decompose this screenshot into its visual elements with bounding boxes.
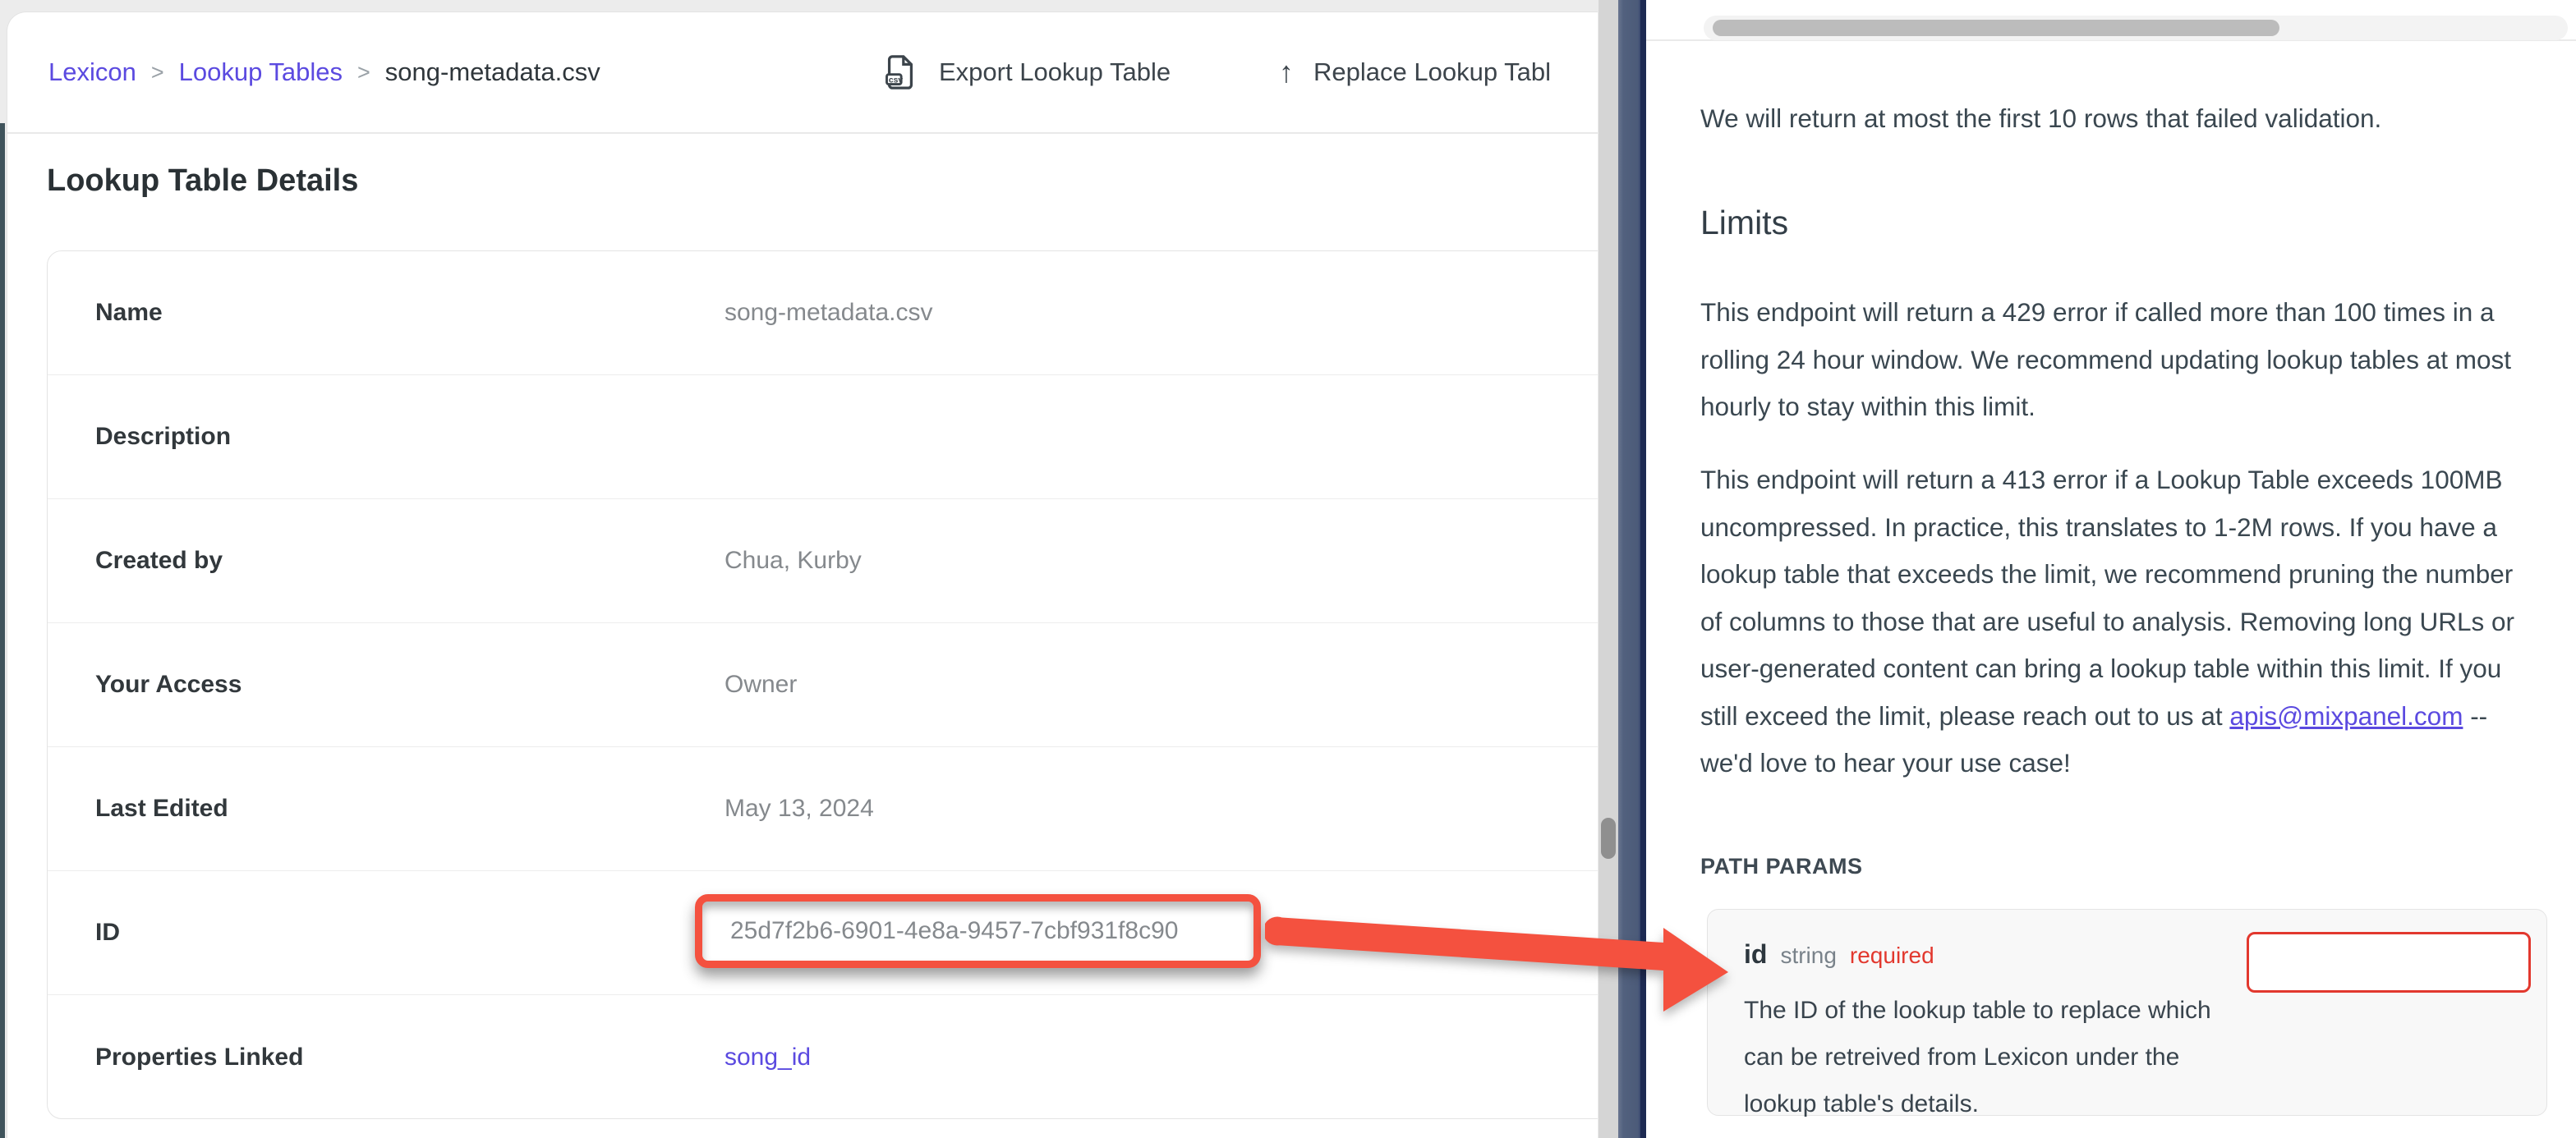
export-lookup-table-button[interactable]: csv Export Lookup Table xyxy=(881,12,1171,132)
table-row-your-access: Your Access Owner xyxy=(48,623,1598,747)
row-label: Last Edited xyxy=(95,795,724,823)
row-value: Owner xyxy=(724,671,797,699)
docs-paragraph-429: This endpoint will return a 429 error if… xyxy=(1700,289,2537,431)
replace-button-label: Replace Lookup Tabl xyxy=(1313,57,1551,87)
row-label: Properties Linked xyxy=(95,1044,724,1071)
breadcrumb-lexicon[interactable]: Lexicon xyxy=(48,57,136,87)
page-header: Lexicon > Lookup Tables > song-metadata.… xyxy=(7,12,1598,134)
param-header: id string required xyxy=(1744,939,1934,970)
path-params-heading: PATH PARAMS xyxy=(1700,854,1863,879)
row-value: Chua, Kurby xyxy=(724,547,862,575)
table-row-description: Description xyxy=(48,375,1598,499)
breadcrumb-separator-icon: > xyxy=(357,60,370,85)
linked-property-link[interactable]: song_id xyxy=(724,1044,811,1071)
annotation-arrow-icon xyxy=(1265,899,1741,1030)
lookup-table-id-value: 25d7f2b6-6901-4e8a-9457-7cbf931f8c90 xyxy=(702,917,1178,945)
row-label: Created by xyxy=(95,547,724,575)
row-value: song-metadata.csv xyxy=(724,299,932,327)
docs-paragraph-413: This endpoint will return a 413 error if… xyxy=(1700,457,2537,787)
row-value: May 13, 2024 xyxy=(724,795,874,823)
docs-intro-text: We will return at most the first 10 rows… xyxy=(1700,100,2538,137)
table-row-created-by: Created by Chua, Kurby xyxy=(48,499,1598,623)
breadcrumb: Lexicon > Lookup Tables > song-metadata.… xyxy=(48,12,600,132)
horizontal-scrollbar-thumb[interactable] xyxy=(1713,20,2279,36)
param-description: The ID of the lookup table to replace wh… xyxy=(1744,987,2220,1127)
row-label: ID xyxy=(95,919,724,947)
limits-heading: Limits xyxy=(1700,204,1788,242)
api-docs-panel: We will return at most the first 10 rows… xyxy=(1646,0,2576,1138)
breadcrumb-current-file: song-metadata.csv xyxy=(385,57,600,87)
left-panel-scrollbar-thumb[interactable] xyxy=(1601,818,1616,859)
export-button-label: Export Lookup Table xyxy=(939,57,1171,87)
replace-lookup-table-button[interactable]: ↑ Replace Lookup Tabl xyxy=(1279,12,1551,132)
param-name: id xyxy=(1744,939,1767,970)
sidebar-edge-strip xyxy=(0,123,5,1138)
table-row-last-edited: Last Edited May 13, 2024 xyxy=(48,747,1598,871)
table-row-name: Name song-metadata.csv xyxy=(48,251,1598,375)
csv-file-icon: csv xyxy=(881,53,919,91)
row-label: Your Access xyxy=(95,671,724,699)
id-annotation-highlight-box: 25d7f2b6-6901-4e8a-9457-7cbf931f8c90 xyxy=(695,894,1261,968)
apis-mixpanel-email-link[interactable]: apis@mixpanel.com xyxy=(2229,701,2463,731)
upload-arrow-icon: ↑ xyxy=(1279,57,1294,87)
breadcrumb-separator-icon: > xyxy=(151,60,164,85)
param-card-id: id string required The ID of the lookup … xyxy=(1707,909,2547,1116)
row-label: Description xyxy=(95,423,724,451)
breadcrumb-lookup-tables[interactable]: Lookup Tables xyxy=(179,57,343,87)
svg-text:csv: csv xyxy=(889,76,904,85)
docs-paragraph-413-text: This endpoint will return a 413 error if… xyxy=(1700,465,2514,731)
param-required-badge: required xyxy=(1850,943,1934,969)
param-id-input[interactable] xyxy=(2247,932,2531,993)
page-title: Lookup Table Details xyxy=(47,163,358,199)
row-label: Name xyxy=(95,299,724,327)
param-type: string xyxy=(1780,943,1836,969)
horizontal-scrollbar-track[interactable] xyxy=(1704,16,2568,40)
